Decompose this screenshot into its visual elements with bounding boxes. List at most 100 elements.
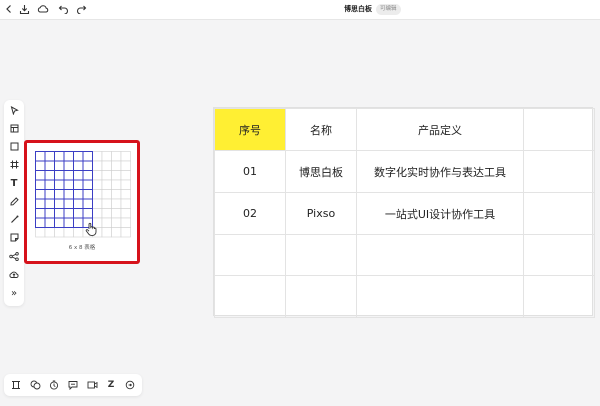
grid-cell[interactable] <box>120 179 131 190</box>
table-cell[interactable]: 01 <box>214 150 286 193</box>
header-cell-name[interactable]: 名称 <box>285 108 357 151</box>
grid-cell[interactable] <box>92 170 103 181</box>
text-icon[interactable]: T <box>7 176 21 190</box>
grid-cell[interactable] <box>73 227 84 238</box>
z-icon[interactable]: Z <box>104 378 118 392</box>
grid-cell-selected[interactable] <box>35 189 46 200</box>
grid-cell-selected[interactable] <box>35 170 46 181</box>
grid-cell[interactable] <box>111 217 122 228</box>
table-size-grid[interactable] <box>35 151 131 243</box>
grid-cell[interactable] <box>101 198 112 209</box>
more-circle-icon[interactable] <box>123 378 137 392</box>
grid-cell-selected[interactable] <box>44 160 55 171</box>
grid-cell[interactable] <box>101 179 112 190</box>
table-cell[interactable]: 02 <box>214 192 286 235</box>
table-cell[interactable] <box>356 275 524 318</box>
table-cell[interactable] <box>214 234 286 276</box>
grid-cell-selected[interactable] <box>44 198 55 209</box>
grid-cell[interactable] <box>101 217 112 228</box>
grid-cell[interactable] <box>111 179 122 190</box>
document-title[interactable]: 博思白板 <box>344 4 372 15</box>
grid-cell[interactable] <box>120 227 131 238</box>
grid-cell-selected[interactable] <box>63 217 74 228</box>
table-cell[interactable] <box>356 234 524 276</box>
grid-cell-selected[interactable] <box>54 189 65 200</box>
grid-cell-selected[interactable] <box>54 208 65 219</box>
grid-cell[interactable] <box>92 189 103 200</box>
grid-cell-selected[interactable] <box>35 179 46 190</box>
grid-cell[interactable] <box>111 160 122 171</box>
grid-cell[interactable] <box>92 198 103 209</box>
grid-cell-selected[interactable] <box>63 208 74 219</box>
grid-cell[interactable] <box>92 151 103 162</box>
back-icon[interactable] <box>2 2 16 16</box>
grid-cell[interactable] <box>120 160 131 171</box>
video-icon[interactable] <box>85 378 99 392</box>
grid-cell-selected[interactable] <box>73 160 84 171</box>
timer-icon[interactable] <box>47 378 61 392</box>
table-cell[interactable]: 数字化实时协作与表达工具 <box>356 150 524 193</box>
upload-icon[interactable] <box>7 267 21 281</box>
grid-cell-selected[interactable] <box>82 151 93 162</box>
grid-cell-selected[interactable] <box>73 198 84 209</box>
grid-cell-selected[interactable] <box>35 198 46 209</box>
grid-cell-selected[interactable] <box>63 151 74 162</box>
grid-cell-selected[interactable] <box>82 170 93 181</box>
grid-cell-selected[interactable] <box>73 151 84 162</box>
grid-cell-selected[interactable] <box>35 160 46 171</box>
grid-cell-selected[interactable] <box>44 151 55 162</box>
table-cell[interactable]: 一站式UI设计协作工具 <box>356 192 524 235</box>
header-cell-index[interactable]: 序号 <box>214 108 286 151</box>
grid-cell[interactable] <box>92 208 103 219</box>
canvas-table[interactable]: 序号 名称 产品定义 01 博思白板 数字化实时协作与表达工具 02 Pixso… <box>213 107 595 318</box>
grid-cell[interactable] <box>120 189 131 200</box>
table-cell[interactable] <box>214 275 286 318</box>
grid-cell-selected[interactable] <box>73 189 84 200</box>
grid-cell[interactable] <box>111 151 122 162</box>
table-cell[interactable] <box>523 150 595 193</box>
grid-cell-selected[interactable] <box>63 198 74 209</box>
table-cell[interactable] <box>285 234 357 276</box>
grid-cell-selected[interactable] <box>73 208 84 219</box>
grid-cell-selected[interactable] <box>63 189 74 200</box>
grid-cell[interactable] <box>54 227 65 238</box>
grid-cell-selected[interactable] <box>63 179 74 190</box>
grid-cell-selected[interactable] <box>35 151 46 162</box>
grid-cell[interactable] <box>101 189 112 200</box>
grid-cell-selected[interactable] <box>35 217 46 228</box>
pen-icon[interactable] <box>7 194 21 208</box>
sticky-note-icon[interactable] <box>7 230 21 244</box>
grid-cell-selected[interactable] <box>44 217 55 228</box>
select-icon[interactable] <box>7 103 21 117</box>
grid-cell-selected[interactable] <box>63 170 74 181</box>
table-cell[interactable] <box>285 275 357 318</box>
grid-cell[interactable] <box>120 151 131 162</box>
grid-cell[interactable] <box>111 198 122 209</box>
grid-cell-selected[interactable] <box>54 151 65 162</box>
grid-cell[interactable] <box>63 227 74 238</box>
grid-cell[interactable] <box>101 227 112 238</box>
grid-cell[interactable] <box>92 160 103 171</box>
grid-cell-selected[interactable] <box>82 160 93 171</box>
grid-cell[interactable] <box>111 189 122 200</box>
grid-cell[interactable] <box>101 208 112 219</box>
header-cell-definition[interactable]: 产品定义 <box>356 108 524 151</box>
grid-cell[interactable] <box>120 170 131 181</box>
undo-icon[interactable] <box>56 2 70 16</box>
grid-cell-selected[interactable] <box>82 198 93 209</box>
grid-cell-selected[interactable] <box>73 179 84 190</box>
grid-cell[interactable] <box>111 170 122 181</box>
grid-cell-selected[interactable] <box>54 217 65 228</box>
grid-cell[interactable] <box>101 170 112 181</box>
crop-frame-icon[interactable] <box>7 157 21 171</box>
grid-cell[interactable] <box>120 208 131 219</box>
grid-cell-selected[interactable] <box>54 170 65 181</box>
grid-cell[interactable] <box>101 151 112 162</box>
layout-icon[interactable] <box>9 378 23 392</box>
grid-cell-selected[interactable] <box>63 160 74 171</box>
grid-cell-selected[interactable] <box>82 208 93 219</box>
shape-icon[interactable] <box>7 139 21 153</box>
redo-icon[interactable] <box>74 2 88 16</box>
grid-cell-selected[interactable] <box>44 208 55 219</box>
grid-cell-selected[interactable] <box>73 217 84 228</box>
